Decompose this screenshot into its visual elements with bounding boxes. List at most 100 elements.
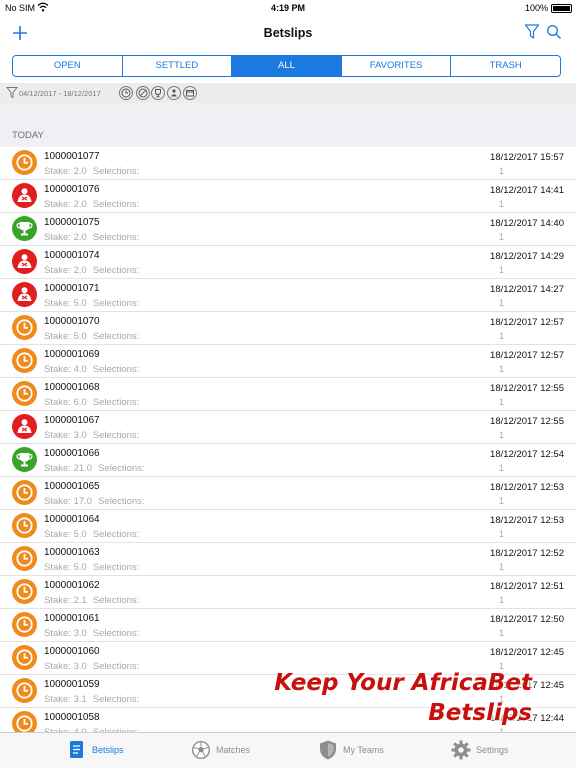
stake-label: Stake: <box>44 199 71 210</box>
stake-value: 2.0 <box>73 166 87 177</box>
selections-count: 1 <box>498 562 504 572</box>
battery-percent: 100% <box>524 3 548 13</box>
betslip-date: 18/12/2017 12:53 <box>490 482 564 493</box>
betslip-details: Stake: 2.1 Selections: <box>44 595 139 606</box>
betslip-details: Stake: 2.0 Selections: <box>44 232 139 243</box>
betslip-details: Stake: 2.0 Selections: <box>44 166 139 177</box>
selections-label: Selections: <box>92 166 140 177</box>
active-filter-bar[interactable]: 04/12/2017 - 18/12/2017 <box>0 83 576 103</box>
betslip-date: 18/12/2017 12:53 <box>490 515 564 526</box>
table-row[interactable]: 1000001076 Stake: 2.0 Selections: 18/12/201… <box>0 180 576 213</box>
table-row[interactable]: 1000001070 Stake: 5.0 Selections: 18/12/201… <box>0 312 576 345</box>
clock-icon <box>12 612 37 637</box>
table-row[interactable]: 1000001068 Stake: 6.0 Selections: 18/12/201… <box>0 378 576 411</box>
selections-label: Selections: <box>92 430 140 441</box>
betslip-details: Stake: 5.0 Selections: <box>44 331 139 342</box>
betslip-details: Stake: 2.0 Selections: <box>44 199 139 210</box>
table-row[interactable]: 1000001075 Stake: 2.0 Selections: 18/12/201… <box>0 213 576 246</box>
page-title: Betslips <box>263 26 313 40</box>
table-row[interactable]: 1000001058Stake: 4.0Selections:18/12/201… <box>0 708 576 732</box>
betslip-date: 18/12/2017 14:29 <box>490 251 564 262</box>
search-icon[interactable] <box>546 23 562 41</box>
stake-value: 5.0 <box>73 298 87 309</box>
selections-count: 1 <box>498 199 504 209</box>
table-row[interactable]: 1000001060 Stake: 3.0 Selections: 18/12/201… <box>0 642 576 675</box>
clock-time: 4:19 PM <box>270 3 305 13</box>
segment-trash[interactable]: TRASH <box>451 56 560 76</box>
betslip-details: Stake: 17.0 Selections: <box>44 496 145 507</box>
betslip-date: 18/12/2017 12:51 <box>490 581 564 592</box>
selections-count: 1 <box>498 298 504 308</box>
table-row[interactable]: 1000001067 Stake: 3.0 Selections: 18/12/201… <box>0 411 576 444</box>
clock-icon <box>12 480 37 505</box>
betslip-id: 1000001071 <box>44 283 100 294</box>
table-row[interactable]: 1000001062 Stake: 2.1 Selections: 18/12/201… <box>0 576 576 609</box>
betslip-details: Stake: 5.0 Selections: <box>44 562 139 573</box>
stake-label: Stake: <box>44 628 71 639</box>
selections-count: 1 <box>498 265 504 275</box>
betslip-id: 1000001076 <box>44 184 100 195</box>
selections-label: Selections: <box>92 298 140 309</box>
selections-label: Selections: <box>92 265 140 276</box>
clock-icon <box>12 546 37 571</box>
betslip-id: 1000001077 <box>44 151 100 162</box>
betslip-filter-segments: OPEN SETTLED ALL FAVORITES TRASH <box>12 55 561 77</box>
segment-open[interactable]: OPEN <box>13 56 123 76</box>
table-row[interactable]: 1000001069 Stake: 4.0 Selections: 18/12/201… <box>0 345 576 378</box>
loss-icon <box>12 282 37 307</box>
selections-label: Selections: <box>92 694 140 705</box>
betslip-id: 1000001063 <box>44 547 100 558</box>
filter-icon <box>5 86 19 99</box>
clock-icon <box>12 348 37 373</box>
segment-all[interactable]: ALL <box>232 56 342 76</box>
table-row[interactable]: 1000001077 Stake: 2.0 Selections: 18/12/201… <box>0 147 576 180</box>
table-row[interactable]: 1000001061 Stake: 3.0 Selections: 18/12/201… <box>0 609 576 642</box>
stake-value: 3.1 <box>73 694 87 705</box>
table-row[interactable]: 1000001074 Stake: 2.0 Selections: 18/12/201… <box>0 246 576 279</box>
stake-label: Stake: <box>44 694 71 705</box>
table-row[interactable]: 1000001065 Stake: 17.0 Selections: 18/12/20… <box>0 477 576 510</box>
navigation-bar: Betslips <box>0 18 576 50</box>
table-row[interactable]: 1000001066 Stake: 21.0 Selections: 18/12/20… <box>0 444 576 477</box>
stake-label: Stake: <box>44 595 71 606</box>
selections-count: 1 <box>498 628 504 638</box>
betslip-details: Stake: 4.0 Selections: <box>44 364 139 375</box>
stake-value: 2.0 <box>73 199 87 210</box>
betslip-date: 18/12/2017 12:55 <box>490 383 564 394</box>
betslip-details: Stake: 5.0 Selections: <box>44 529 139 540</box>
table-row[interactable]: 1000001063 Stake: 5.0 Selections: 18/12/201… <box>0 543 576 576</box>
table-row[interactable]: 1000001071 Stake: 5.0 Selections: 18/12/201… <box>0 279 576 312</box>
stake-label: Stake: <box>44 364 71 375</box>
stake-label: Stake: <box>44 562 71 573</box>
filter-icon[interactable] <box>524 23 540 41</box>
stake-label: Stake: <box>44 529 71 540</box>
tab-bar: Betslips Matches My Teams Settings <box>0 732 576 768</box>
selections-count: 1 <box>498 364 504 374</box>
betslip-date: 18/12/2017 12:55 <box>490 416 564 427</box>
trophy-icon <box>12 447 37 472</box>
stake-value: 2.0 <box>73 232 87 243</box>
betslip-id: 1000001065 <box>44 481 100 492</box>
betslip-date: 18/12/2017 12:45 <box>490 647 564 658</box>
betslip-id: 1000001064 <box>44 514 100 525</box>
stake-value: 3.0 <box>73 661 87 672</box>
table-row[interactable]: 1000001064 Stake: 5.0 Selections: 18/12/201… <box>0 510 576 543</box>
betslip-details: Stake: 2.0 Selections: <box>44 265 139 276</box>
trophy-icon <box>12 216 37 241</box>
loss-icon <box>12 414 37 439</box>
tab-label: Betslips <box>92 745 124 755</box>
betslip-list[interactable]: 1000001077 Stake: 2.0 Selections: 18/12/201… <box>0 147 576 732</box>
segment-settled[interactable]: SETTLED <box>123 56 233 76</box>
clock-icon <box>12 513 37 538</box>
betslip-date: 18/12/2017 14:40 <box>490 218 564 229</box>
stake-value: 21.0 <box>73 463 93 474</box>
segment-favorites[interactable]: FAVORITES <box>342 56 452 76</box>
selections-label: Selections: <box>98 463 145 474</box>
cancel-icon <box>136 86 150 100</box>
betslip-id: 1000001069 <box>44 349 100 360</box>
stake-label: Stake: <box>44 661 71 672</box>
selections-label: Selections: <box>92 562 140 573</box>
clock-icon <box>12 711 37 732</box>
betslip-details: Stake: 21.0 Selections: <box>44 463 145 474</box>
table-row[interactable]: 1000001059 Stake: 3.1 Selections: 18/12/201… <box>0 675 576 708</box>
